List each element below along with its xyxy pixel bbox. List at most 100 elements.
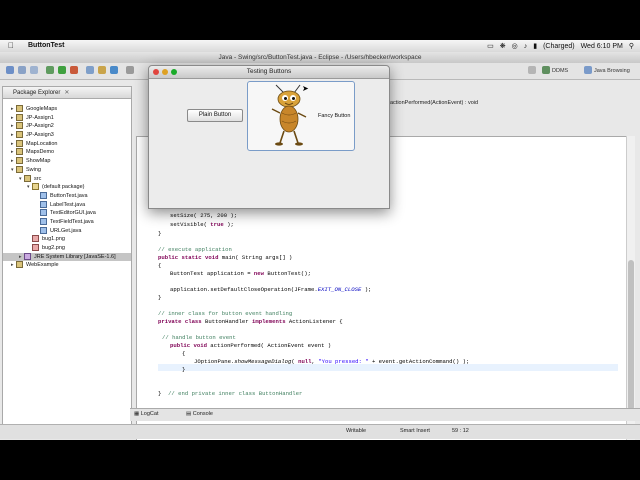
- tree-item[interactable]: ▸ JP-Assign1: [3, 113, 131, 123]
- editor-breadcrumb[interactable]: actionPerformed(ActionEvent) : void: [390, 100, 478, 106]
- tree-item-label: src: [34, 175, 42, 182]
- wifi-icon[interactable]: ◎: [512, 42, 518, 50]
- project-icon: [16, 131, 23, 139]
- bottom-panel-tabs: ▦ LogCat ▤ Console: [130, 408, 640, 421]
- ddms-icon[interactable]: [542, 66, 550, 74]
- tree-item-label: LabelTest.java: [50, 201, 86, 208]
- tree-item-label: GoogleMaps: [26, 106, 58, 112]
- tree-item[interactable]: ▸ JRE System Library [JavaSE-1.6]: [3, 252, 131, 262]
- new-class-icon[interactable]: [110, 66, 118, 74]
- project-icon: [16, 148, 23, 156]
- plain-button[interactable]: Plain Button: [187, 109, 243, 122]
- project-icon: [16, 139, 23, 147]
- status-bar: Writable Smart Insert 59 : 12: [0, 424, 640, 439]
- tree-item[interactable]: ▾ (default package): [3, 183, 131, 192]
- new-icon[interactable]: [6, 66, 14, 74]
- tree-item-label: ShowMap: [26, 158, 51, 165]
- tree-item-label: TextFieldTest.java: [50, 218, 94, 225]
- console-label: Console: [192, 411, 213, 417]
- tree-item[interactable]: TextFieldTest.java: [3, 217, 131, 227]
- save-icon[interactable]: [18, 66, 26, 74]
- project-icon: [16, 113, 23, 121]
- clock[interactable]: Wed 6:10 PM: [581, 43, 623, 50]
- tree-item-label: JP-Assign3: [26, 132, 54, 139]
- tree-item[interactable]: ▸ GoogleMaps: [3, 105, 131, 114]
- java-file-icon: [40, 226, 47, 234]
- perspective-java-browsing[interactable]: Java Browsing: [594, 66, 630, 76]
- tree-item-label: JRE System Library [JavaSE-1.6]: [34, 253, 116, 260]
- apple-icon[interactable]: : [8, 41, 14, 50]
- minimize-window-icon[interactable]: [162, 69, 168, 75]
- zoom-window-icon[interactable]: [171, 69, 177, 75]
- tree-item[interactable]: ▸ MapsDemo: [3, 148, 131, 157]
- bug-icon: [271, 84, 307, 146]
- mouse-cursor-icon: ➤: [302, 84, 309, 93]
- tab-console[interactable]: ▤ Console: [186, 411, 213, 417]
- java-browsing-icon[interactable]: [584, 66, 592, 74]
- scrollbar-thumb[interactable]: [628, 260, 634, 410]
- new-java-project-icon[interactable]: [86, 66, 94, 74]
- folder-icon: [24, 174, 31, 182]
- package-explorer: Package Explorer ✕ ▸ GoogleMaps ▸ JP-Assign1…: [2, 86, 132, 428]
- dialog-title[interactable]: Testing Buttons: [149, 66, 389, 79]
- project-icon: [16, 105, 23, 113]
- tree-item[interactable]: ▾ Swing: [3, 165, 131, 175]
- tree-item-label: bug1.png: [42, 236, 65, 243]
- tree-item-label: MapLocation: [26, 140, 58, 147]
- fancy-button[interactable]: Fancy Button: [247, 81, 355, 151]
- tree-item[interactable]: ▸ ShowMap: [3, 157, 131, 166]
- close-icon[interactable]: ✕: [64, 90, 69, 96]
- tree-item-label: MapsDemo: [26, 149, 55, 156]
- status-insert-mode: Smart Insert: [400, 428, 430, 434]
- run-icon[interactable]: [58, 66, 66, 74]
- logcat-label: LogCat: [140, 411, 159, 417]
- status-cursor-position: 59 : 12: [452, 428, 469, 434]
- tree-item[interactable]: ▸ JP-Assign2: [3, 122, 131, 131]
- tree-item[interactable]: TextEditorGUI.java: [3, 209, 131, 218]
- tree-item[interactable]: LabelTest.java: [3, 200, 131, 210]
- editor-scrollbar[interactable]: [626, 136, 635, 440]
- print-icon[interactable]: [30, 66, 38, 74]
- project-icon: [16, 165, 23, 173]
- tab-logcat[interactable]: ▦ LogCat: [134, 411, 158, 417]
- tree-item[interactable]: ▸ JP-Assign3: [3, 131, 131, 140]
- tree-item[interactable]: bug1.png: [3, 235, 131, 244]
- battery-status[interactable]: (Charged): [543, 43, 575, 50]
- java-file-icon: [40, 191, 47, 199]
- search-icon[interactable]: [126, 66, 134, 74]
- tree-item[interactable]: URLGet.java: [3, 226, 131, 236]
- perspective-ddms[interactable]: DDMS: [552, 66, 568, 76]
- tree-item-label: TextEditorGUI.java: [50, 210, 96, 217]
- new-package-icon[interactable]: [98, 66, 106, 74]
- tree-item[interactable]: bug2.png: [3, 244, 131, 253]
- bluetooth-icon[interactable]: ❋: [500, 42, 506, 50]
- image-icon: [32, 244, 39, 252]
- tree-item-label: (default package): [42, 184, 85, 191]
- open-perspective-icon[interactable]: [528, 66, 536, 74]
- tree-item[interactable]: ▾ src: [3, 174, 131, 184]
- airplay-icon[interactable]: ▭: [487, 42, 494, 50]
- debug-icon[interactable]: [46, 66, 54, 74]
- current-line-highlight: [158, 364, 618, 371]
- project-icon: [16, 157, 23, 165]
- spotlight-icon[interactable]: ⚲: [629, 42, 634, 50]
- project-icon: [16, 261, 23, 269]
- external-tools-icon[interactable]: [70, 66, 78, 74]
- menubar-status: ▭ ❋ ◎ ♪ ▮ (Charged) Wed 6:10 PM ⚲: [487, 42, 634, 51]
- package-icon: [32, 183, 39, 191]
- tree-item[interactable]: ▸ WebExample: [3, 261, 131, 270]
- volume-icon[interactable]: ♪: [524, 43, 528, 50]
- tree-item[interactable]: ButtonTest.java: [3, 191, 131, 201]
- tree-item-label: WebExample: [26, 262, 59, 269]
- tree-item-label: URLGet.java: [50, 227, 82, 234]
- tree-item[interactable]: ▸ MapLocation: [3, 139, 131, 149]
- app-menu[interactable]: ButtonTest: [28, 42, 64, 49]
- java-file-icon: [40, 200, 47, 208]
- package-explorer-tab[interactable]: Package Explorer ✕: [3, 87, 131, 99]
- tree-item-label: ButtonTest.java: [50, 192, 88, 199]
- status-writable: Writable: [346, 428, 367, 434]
- project-icon: [16, 122, 23, 130]
- battery-icon[interactable]: ▮: [533, 42, 537, 50]
- desktop:  ButtonTest ▭ ❋ ◎ ♪ ▮ (Charged) Wed 6:1…: [0, 40, 640, 440]
- close-window-icon[interactable]: [153, 69, 159, 75]
